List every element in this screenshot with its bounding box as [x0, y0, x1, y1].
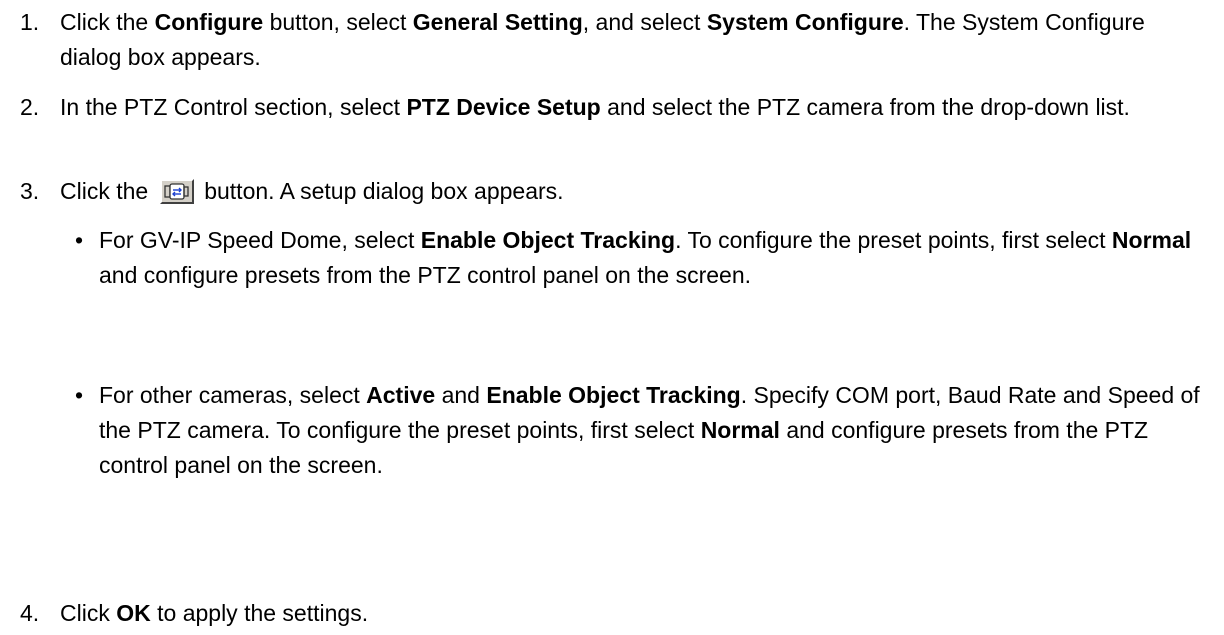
text-run: and configure presets from the PTZ contr…	[99, 262, 752, 288]
ptz-device-setup-label: PTZ Device Setup	[406, 94, 601, 120]
text-run: button, select	[263, 9, 413, 35]
instruction-document: 1. Click the Configure button, select Ge…	[0, 0, 1224, 635]
text-run: button. A setup dialog box appears.	[204, 178, 564, 204]
text-run: In the PTZ Control section, select	[60, 94, 407, 120]
bullet-marker: •	[75, 227, 84, 253]
general-setting-label: General Setting	[412, 9, 583, 35]
step-text: Click the button. A setup dialog box app…	[60, 174, 1210, 209]
setup-glyph	[164, 183, 189, 200]
enable-object-tracking-label: Enable Object Tracking	[486, 382, 741, 408]
active-label: Active	[366, 382, 436, 408]
step-number: 4.	[20, 600, 40, 626]
enable-object-tracking-label: Enable Object Tracking	[420, 227, 676, 253]
setup-button-icon	[160, 178, 195, 204]
text-run: and	[435, 382, 487, 408]
text-run: Click the	[60, 9, 155, 35]
text-run: . To configure the preset points, first …	[675, 227, 1112, 253]
normal-label: Normal	[700, 417, 780, 443]
system-configure-label: System Configure	[706, 9, 904, 35]
bullet-marker: •	[75, 382, 84, 408]
step-text: In the PTZ Control section, select PTZ D…	[60, 90, 1210, 125]
bullet-text: For GV-IP Speed Dome, select Enable Obje…	[99, 223, 1204, 293]
text-run: and select the PTZ camera from the drop-…	[600, 94, 1130, 120]
step-text: Click OK to apply the settings.	[60, 596, 1210, 631]
normal-label: Normal	[1111, 227, 1192, 253]
bullet-text: For other cameras, select Active and Ena…	[99, 378, 1204, 483]
ok-label: OK	[116, 600, 151, 626]
text-run: Click	[60, 600, 117, 626]
text-run: to apply the settings.	[150, 600, 369, 626]
text-run: For GV-IP Speed Dome, select	[99, 227, 421, 253]
text-run: , and select	[582, 9, 707, 35]
configure-label: Configure	[154, 9, 264, 35]
step-number: 1.	[20, 9, 40, 35]
step-text: Click the Configure button, select Gener…	[60, 5, 1210, 75]
text-run: Click the	[60, 178, 149, 204]
text-run: For other cameras, select	[99, 382, 367, 408]
step-number: 2.	[20, 94, 40, 120]
step-number: 3.	[20, 178, 40, 204]
